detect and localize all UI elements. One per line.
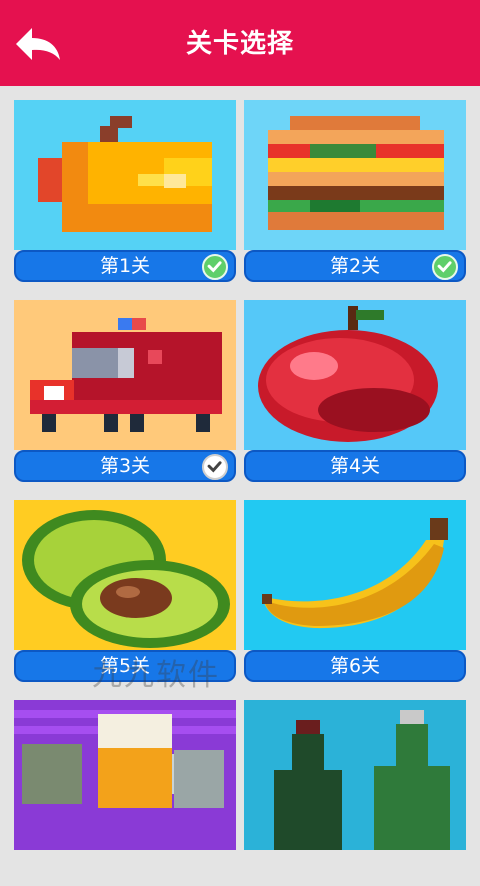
level-thumbnail-banana (244, 500, 466, 650)
level-label: 第6关 (329, 655, 381, 677)
level-thumbnail-hamburger (244, 100, 466, 250)
level-card-6[interactable]: 第6关 (244, 500, 466, 686)
level-button-4[interactable]: 第4关 (244, 450, 466, 482)
level-thumbnail-wine-bottles (244, 700, 466, 850)
level-button-6[interactable]: 第6关 (244, 650, 466, 682)
completed-check-icon (432, 254, 458, 280)
top-bar: 关卡选择 (0, 0, 480, 86)
level-card-2[interactable]: 第2关 (244, 100, 466, 286)
level-label: 第3关 (99, 455, 151, 477)
level-label: 第2关 (329, 255, 381, 277)
level-thumbnail-avocado (14, 500, 236, 650)
level-thumbnail-fire-truck (14, 300, 236, 450)
level-label: 第4关 (329, 455, 381, 477)
level-card-3[interactable]: 第3关 (14, 300, 236, 486)
checkmark-icon (202, 454, 228, 480)
level-button-2[interactable]: 第2关 (244, 250, 466, 282)
page-title: 关卡选择 (185, 29, 294, 59)
level-label: 第1关 (99, 255, 151, 277)
level-thumbnail-beer-mugs (14, 700, 236, 850)
level-card-1[interactable]: 第1关 (14, 100, 236, 286)
level-button-3[interactable]: 第3关 (14, 450, 236, 482)
completed-check-icon (202, 254, 228, 280)
level-button-1[interactable]: 第1关 (14, 250, 236, 282)
level-card-4[interactable]: 第4关 (244, 300, 466, 486)
level-card-8[interactable] (244, 700, 466, 886)
level-card-7[interactable] (14, 700, 236, 886)
level-thumbnail-apple (244, 300, 466, 450)
level-thumbnail-orange (14, 100, 236, 250)
watermark-text: 九九软件 (92, 658, 220, 693)
